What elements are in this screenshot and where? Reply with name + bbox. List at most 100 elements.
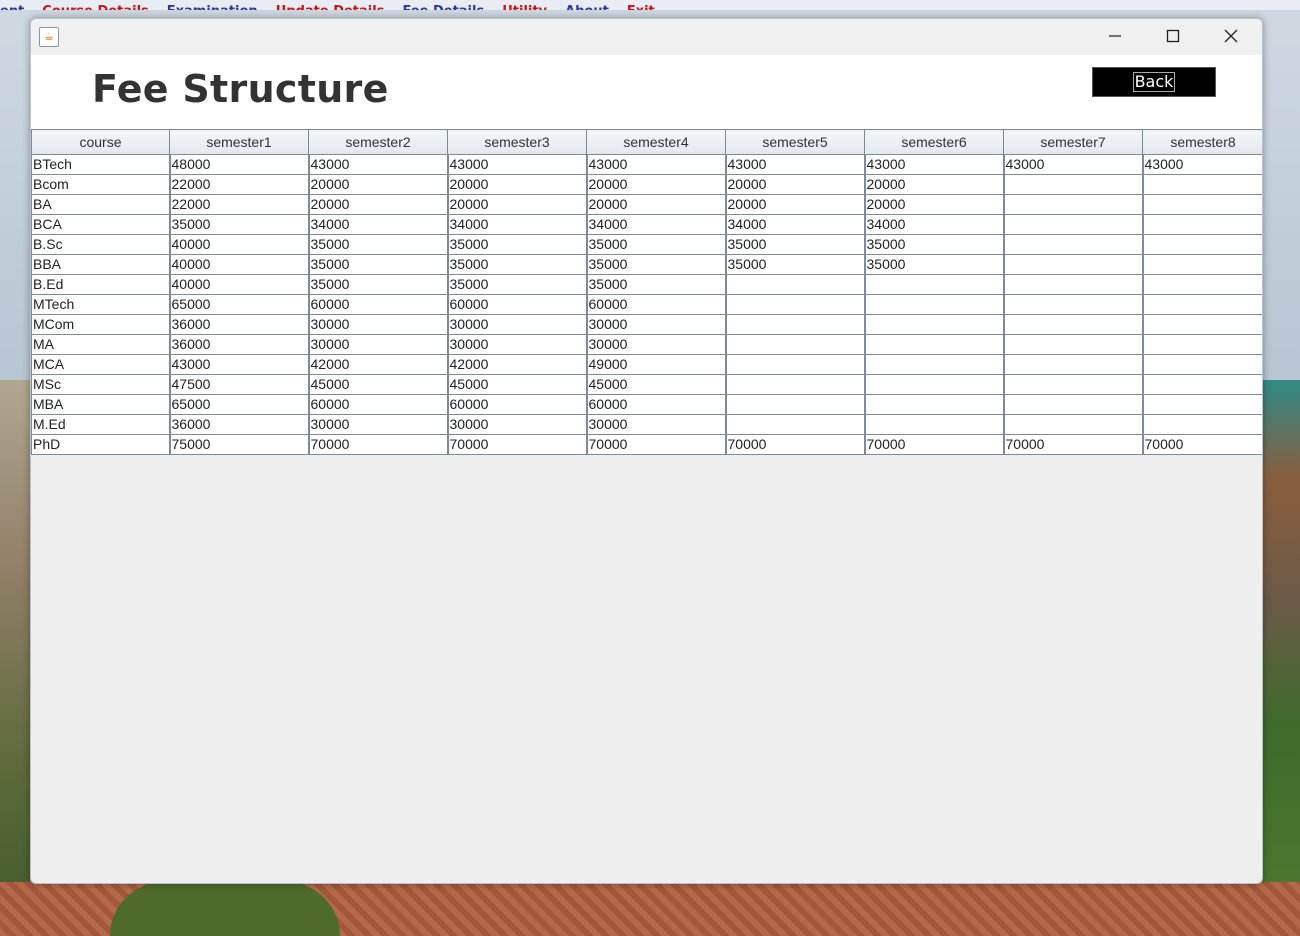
fee-cell[interactable]: 70000 — [308, 434, 449, 455]
table-row[interactable]: MSc 47500 45000 45000 45000 — [31, 374, 1262, 395]
fee-cell[interactable] — [1142, 394, 1262, 415]
fee-cell[interactable]: 35000 — [586, 234, 727, 255]
fee-cell[interactable]: 20000 — [308, 194, 449, 215]
fee-cell[interactable]: 60000 — [586, 394, 727, 415]
fee-cell[interactable]: 45000 — [447, 374, 588, 395]
fee-cell[interactable]: 20000 — [447, 174, 588, 195]
fee-cell[interactable] — [1142, 314, 1262, 335]
fee-table-container[interactable]: course semester1 semester2 semester3 semeste… — [31, 129, 1262, 455]
fee-cell[interactable]: 40000 — [169, 274, 310, 295]
fee-cell[interactable]: 34000 — [308, 214, 449, 235]
fee-cell[interactable] — [1142, 274, 1262, 295]
fee-cell[interactable]: 20000 — [725, 194, 866, 215]
fee-cell[interactable]: 60000 — [447, 394, 588, 415]
fee-cell[interactable]: 42000 — [447, 354, 588, 375]
column-header-semester4[interactable]: semester4 — [586, 129, 726, 155]
fee-cell[interactable]: 20000 — [725, 174, 866, 195]
fee-cell[interactable]: 65000 — [169, 394, 310, 415]
column-header-semester8[interactable]: semester8 — [1142, 129, 1262, 155]
course-cell[interactable]: MCA — [31, 354, 171, 375]
fee-cell[interactable] — [1003, 174, 1144, 195]
course-cell[interactable]: PhD — [31, 434, 171, 455]
fee-cell[interactable]: 30000 — [447, 314, 588, 335]
course-cell[interactable]: BA — [31, 194, 171, 215]
fee-cell[interactable]: 60000 — [308, 294, 449, 315]
column-header-semester3[interactable]: semester3 — [447, 129, 587, 155]
fee-cell[interactable]: 30000 — [586, 314, 727, 335]
fee-cell[interactable]: 34000 — [586, 214, 727, 235]
fee-cell[interactable]: 20000 — [864, 174, 1005, 195]
fee-cell[interactable] — [725, 374, 866, 395]
course-cell[interactable]: B.Ed — [31, 274, 171, 295]
fee-cell[interactable]: 22000 — [169, 194, 310, 215]
fee-cell[interactable] — [1003, 314, 1144, 335]
column-header-course[interactable]: course — [31, 129, 170, 155]
fee-cell[interactable]: 35000 — [447, 274, 588, 295]
table-row[interactable]: MTech 65000 60000 60000 60000 — [31, 294, 1262, 315]
fee-cell[interactable]: 22000 — [169, 174, 310, 195]
fee-cell[interactable] — [1142, 374, 1262, 395]
course-cell[interactable]: MSc — [31, 374, 171, 395]
fee-cell[interactable] — [1003, 254, 1144, 275]
fee-cell[interactable]: 20000 — [586, 174, 727, 195]
fee-cell[interactable]: 34000 — [447, 214, 588, 235]
fee-cell[interactable] — [725, 414, 866, 435]
fee-cell[interactable]: 43000 — [864, 154, 1005, 175]
fee-cell[interactable]: 30000 — [308, 314, 449, 335]
fee-cell[interactable]: 35000 — [725, 234, 866, 255]
fee-cell[interactable]: 70000 — [586, 434, 727, 455]
fee-cell[interactable]: 60000 — [447, 294, 588, 315]
fee-cell[interactable]: 42000 — [308, 354, 449, 375]
fee-cell[interactable]: 35000 — [308, 254, 449, 275]
fee-cell[interactable]: 70000 — [1003, 434, 1144, 455]
fee-cell[interactable] — [1003, 354, 1144, 375]
parent-menu-item[interactable]: Exit — [627, 5, 655, 10]
fee-cell[interactable]: 35000 — [308, 234, 449, 255]
column-header-semester6[interactable]: semester6 — [864, 129, 1004, 155]
fee-cell[interactable]: 43000 — [1142, 154, 1262, 175]
table-row[interactable]: BTech 48000 43000 43000 43000 43000 43000 43000… — [31, 154, 1262, 175]
fee-cell[interactable]: 35000 — [447, 234, 588, 255]
fee-cell[interactable]: 20000 — [447, 194, 588, 215]
table-row[interactable]: B.Sc 40000 35000 35000 35000 35000 35000 — [31, 234, 1262, 255]
course-cell[interactable]: BTech — [31, 154, 171, 175]
column-header-semester2[interactable]: semester2 — [308, 129, 448, 155]
fee-cell[interactable] — [1142, 254, 1262, 275]
fee-cell[interactable]: 70000 — [1142, 434, 1262, 455]
fee-cell[interactable]: 36000 — [169, 334, 310, 355]
fee-cell[interactable] — [864, 394, 1005, 415]
fee-cell[interactable] — [1003, 374, 1144, 395]
fee-cell[interactable] — [1003, 334, 1144, 355]
fee-cell[interactable] — [725, 294, 866, 315]
table-row[interactable]: BA 22000 20000 20000 20000 20000 20000 — [31, 194, 1262, 215]
fee-cell[interactable]: 20000 — [308, 174, 449, 195]
table-row[interactable]: BCA 35000 34000 34000 34000 34000 34000 — [31, 214, 1262, 235]
fee-cell[interactable]: 35000 — [447, 254, 588, 275]
parent-menu-item[interactable]: Utility — [502, 5, 547, 10]
course-cell[interactable]: MCom — [31, 314, 171, 335]
fee-cell[interactable] — [864, 334, 1005, 355]
fee-cell[interactable] — [1003, 194, 1144, 215]
fee-cell[interactable]: 30000 — [447, 334, 588, 355]
minimize-button[interactable] — [1086, 19, 1144, 53]
fee-cell[interactable]: 30000 — [586, 334, 727, 355]
fee-cell[interactable]: 43000 — [308, 154, 449, 175]
fee-cell[interactable]: 40000 — [169, 234, 310, 255]
fee-cell[interactable] — [864, 354, 1005, 375]
fee-cell[interactable]: 47500 — [169, 374, 310, 395]
fee-cell[interactable]: 43000 — [447, 154, 588, 175]
fee-cell[interactable]: 60000 — [586, 294, 727, 315]
fee-cell[interactable]: 40000 — [169, 254, 310, 275]
fee-cell[interactable] — [1142, 214, 1262, 235]
fee-cell[interactable]: 30000 — [447, 414, 588, 435]
column-header-semester1[interactable]: semester1 — [169, 129, 309, 155]
fee-cell[interactable]: 45000 — [586, 374, 727, 395]
parent-menu-item[interactable]: ent — [0, 5, 24, 10]
fee-cell[interactable]: 35000 — [586, 274, 727, 295]
parent-menu-item[interactable]: About — [565, 5, 609, 10]
course-cell[interactable]: Bcom — [31, 174, 171, 195]
table-row[interactable]: MBA 65000 60000 60000 60000 — [31, 394, 1262, 415]
fee-cell[interactable] — [864, 294, 1005, 315]
fee-cell[interactable]: 45000 — [308, 374, 449, 395]
fee-cell[interactable]: 60000 — [308, 394, 449, 415]
